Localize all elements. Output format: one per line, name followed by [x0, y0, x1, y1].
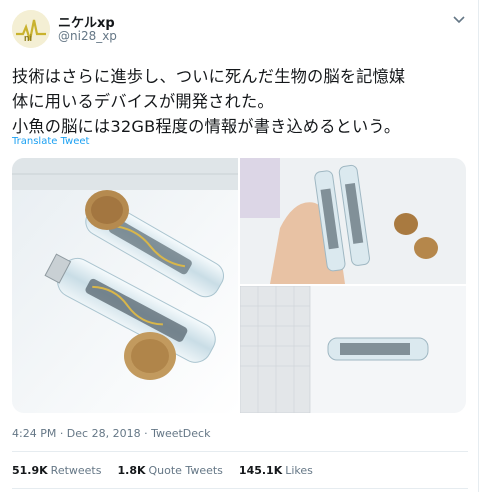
chevron-down-icon[interactable]: [452, 12, 466, 26]
quote-tweets-label: Quote Tweets: [148, 464, 223, 477]
photo-vial-on-laptop[interactable]: [240, 286, 466, 413]
tweet-timestamp[interactable]: 4:24 PM · Dec 28, 2018 · TweetDeck: [12, 427, 210, 440]
retweets-label: Retweets: [50, 464, 102, 477]
likes-stat[interactable]: 145.1K Likes: [239, 464, 313, 477]
divider: [12, 488, 468, 489]
retweets-count: 51.9K: [12, 464, 48, 477]
divider: [12, 451, 468, 452]
photo-usb-vials[interactable]: [12, 158, 238, 413]
quote-tweets-count: 1.8K: [117, 464, 146, 477]
retweets-stat[interactable]: 51.9K Retweets: [12, 464, 101, 477]
engagement-stats: 51.9K Retweets 1.8K Quote Tweets 145.1K Lik…: [12, 464, 313, 477]
tweet-card: ni ニケルxp @ni28_xp 技術はさらに進歩し、ついに死んだ生物の脳を記…: [0, 0, 479, 492]
user-handle[interactable]: @ni28_xp: [58, 29, 117, 43]
ni-logo-icon: ni: [12, 10, 50, 48]
likes-label: Likes: [285, 464, 313, 477]
media-grid: [12, 158, 466, 413]
translate-tweet-link[interactable]: Translate Tweet: [12, 136, 89, 147]
likes-count: 145.1K: [238, 464, 283, 477]
tweet-text-line: 体に用いるデバイスが開発された。: [12, 92, 274, 111]
quote-tweets-stat[interactable]: 1.8K Quote Tweets: [117, 464, 222, 477]
avatar[interactable]: ni: [12, 10, 50, 48]
photo-hand-holding-vials[interactable]: [240, 158, 466, 284]
svg-text:ni: ni: [24, 33, 32, 43]
tweet-text-line: 技術はさらに進歩し、ついに死んだ生物の脳を記憶媒: [12, 67, 406, 86]
tweet-text: 技術はさらに進歩し、ついに死んだ生物の脳を記憶媒 体に用いるデバイスが開発された…: [12, 64, 472, 139]
